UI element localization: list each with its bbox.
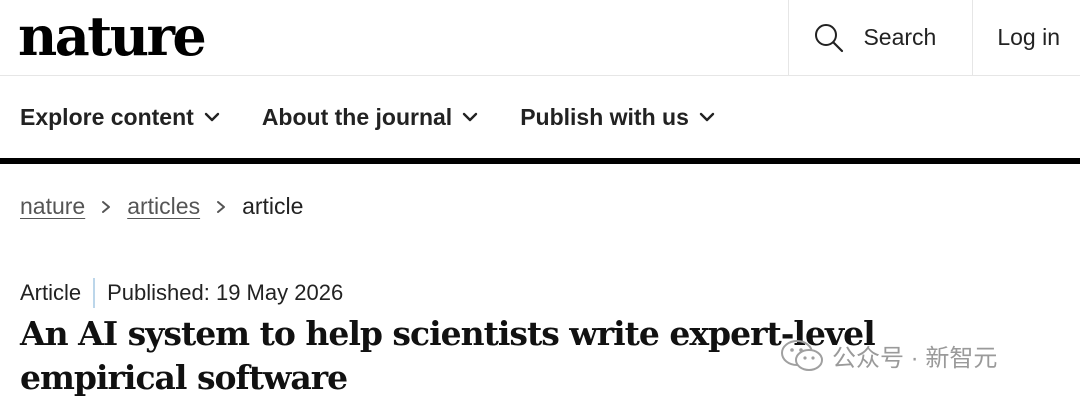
search-icon <box>813 22 845 54</box>
search-label: Search <box>863 24 937 50</box>
published-date: Published: 19 May 2026 <box>107 280 344 305</box>
nav-publish-with-us[interactable]: Publish with us <box>520 104 715 131</box>
article-type: Article <box>20 280 82 305</box>
site-header: nature Search Log in <box>0 0 1080 76</box>
header-actions: Search Log in <box>788 0 1080 75</box>
nav-explore-content[interactable]: Explore content <box>20 104 220 131</box>
nav-divider <box>0 158 1080 164</box>
watermark-text: 公众号 · 新智元 <box>832 345 998 372</box>
search-button[interactable]: Search <box>788 0 972 75</box>
login-label: Log in <box>997 24 1060 50</box>
chevron-down-icon <box>204 109 220 125</box>
nav-item-label: Publish with us <box>520 103 689 130</box>
watermark: 公众号 · 新智元 <box>780 338 997 373</box>
breadcrumb: nature articles article <box>20 193 303 220</box>
meta-divider <box>93 278 96 308</box>
nav-item-label: Explore content <box>20 103 194 130</box>
wechat-icon <box>780 339 824 373</box>
chevron-right-icon <box>214 200 228 214</box>
breadcrumb-current: article <box>242 193 304 219</box>
chevron-down-icon <box>699 109 715 125</box>
nav-about-the-journal[interactable]: About the journal <box>262 104 478 131</box>
chevron-right-icon <box>99 200 113 214</box>
login-button[interactable]: Log in <box>972 0 1080 75</box>
breadcrumb-articles[interactable]: articles <box>127 193 200 220</box>
breadcrumb-nature[interactable]: nature <box>20 193 85 220</box>
article-meta: Article Published: 19 May 2026 <box>20 278 343 308</box>
nature-logo[interactable]: nature <box>18 0 207 72</box>
main-nav: Explore content About the journal Publis… <box>0 76 1080 158</box>
nav-item-label: About the journal <box>261 103 453 130</box>
chevron-down-icon <box>462 109 478 125</box>
